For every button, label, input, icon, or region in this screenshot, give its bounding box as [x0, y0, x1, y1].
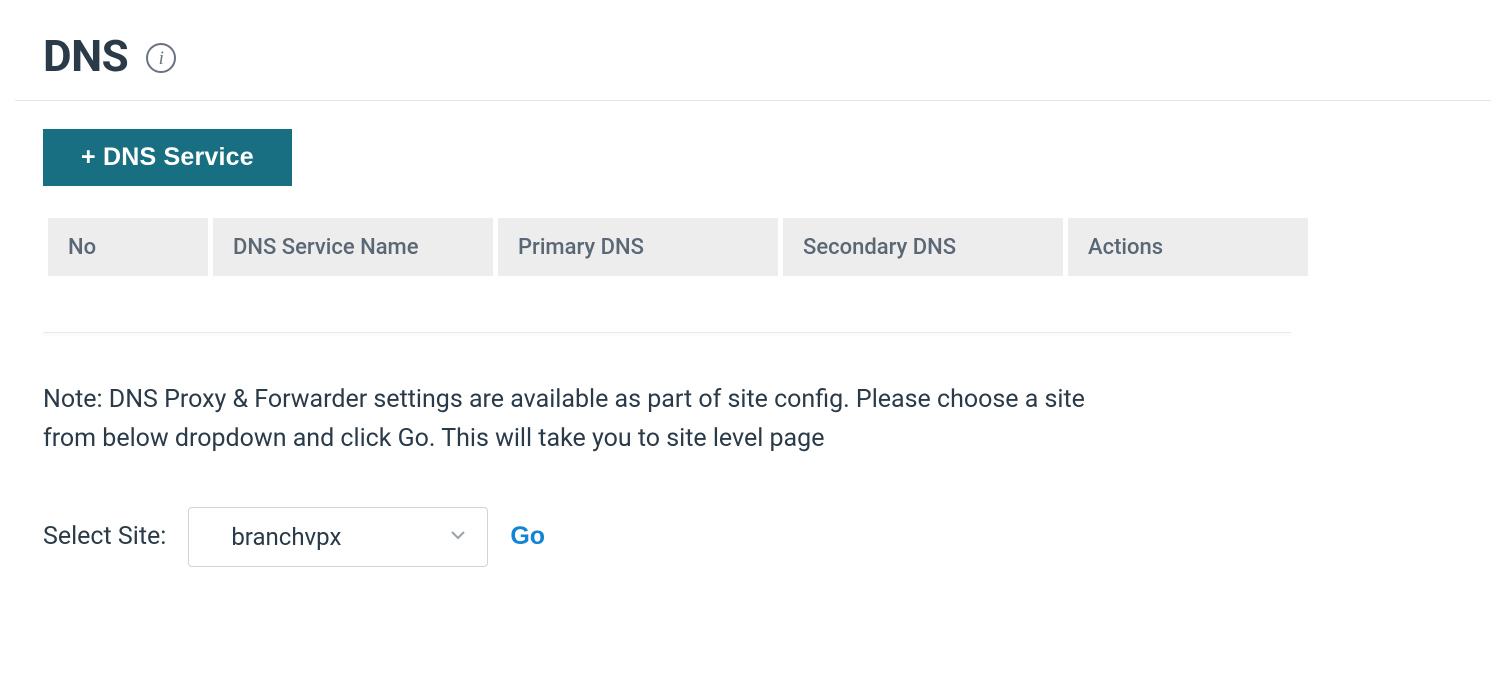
info-icon[interactable]: i — [146, 43, 176, 73]
column-header-name: DNS Service Name — [213, 218, 493, 276]
page-title: DNS — [43, 30, 128, 82]
column-header-actions: Actions — [1068, 218, 1308, 276]
add-dns-service-button[interactable]: + DNS Service — [43, 129, 292, 186]
column-header-no: No — [48, 218, 208, 276]
site-select[interactable]: branchvpx — [188, 507, 488, 567]
column-header-primary: Primary DNS — [498, 218, 778, 276]
dns-service-table: No DNS Service Name Primary DNS Secondar… — [43, 218, 1291, 332]
column-header-secondary: Secondary DNS — [783, 218, 1063, 276]
go-button[interactable]: Go — [510, 522, 545, 551]
table-row-empty — [48, 276, 1308, 332]
site-select-value: branchvpx — [231, 523, 341, 551]
note-text: Note: DNS Proxy & Forwarder settings are… — [43, 381, 1103, 459]
select-site-label: Select Site: — [43, 522, 166, 551]
